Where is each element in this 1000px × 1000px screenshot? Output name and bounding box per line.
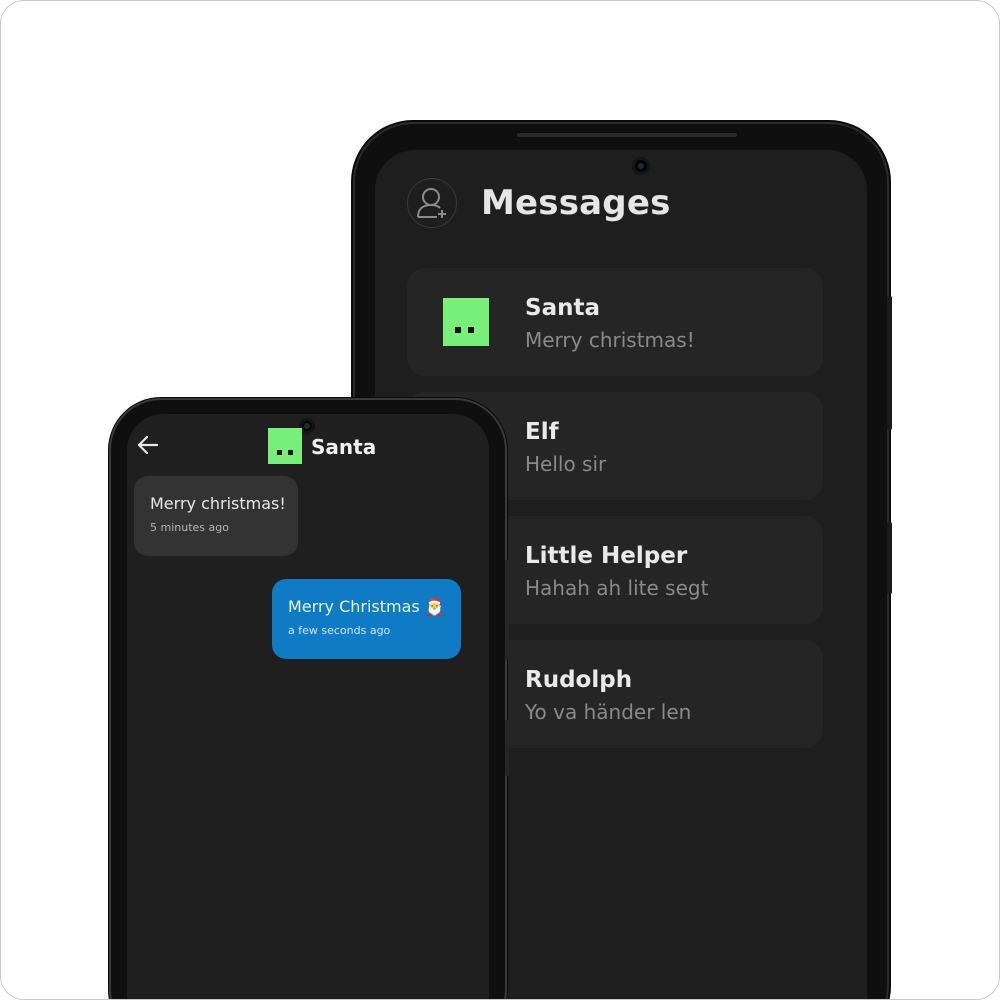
page-title: Messages — [481, 183, 671, 223]
avatar-eye — [277, 450, 282, 455]
add-user-icon — [417, 188, 446, 218]
avatar-eye — [455, 327, 461, 333]
avatar-eye — [468, 327, 474, 333]
conversation-preview: Hahah ah lite segt — [525, 576, 709, 600]
camera-icon — [632, 157, 650, 175]
message-timestamp: a few seconds ago — [288, 624, 391, 637]
conversation-preview: Merry christmas! — [525, 328, 695, 352]
phone-side-button — [887, 296, 892, 430]
conversation-name: Little Helper — [525, 543, 688, 569]
back-arrow-icon[interactable] — [137, 434, 159, 456]
conversation-item-santa[interactable]: Santa Merry christmas! — [407, 268, 823, 376]
phone-side-button — [505, 560, 509, 660]
phone-chat: Santa Merry christmas! 5 minutes ago Mer… — [111, 400, 509, 999]
message-text: Merry Christmas 🎅 — [288, 597, 445, 616]
phone-speaker — [517, 133, 737, 137]
messages-header: Messages — [407, 175, 671, 231]
conversation-preview: Hello sir — [525, 452, 607, 476]
conversation-name: Elf — [525, 419, 559, 445]
avatar-eye — [288, 450, 293, 455]
message-timestamp: 5 minutes ago — [150, 521, 229, 534]
avatar — [443, 298, 489, 346]
showcase-card: Messages Santa Merry christmas! Elf Hell… — [0, 0, 1000, 1000]
message-bubble-outgoing: Merry Christmas 🎅 a few seconds ago — [272, 579, 461, 659]
chat-title: Santa — [311, 435, 377, 459]
avatar — [268, 428, 302, 464]
chat-screen: Santa Merry christmas! 5 minutes ago Mer… — [127, 414, 489, 999]
message-bubble-incoming: Merry christmas! 5 minutes ago — [134, 476, 298, 556]
add-user-button[interactable] — [407, 178, 457, 228]
conversation-name: Rudolph — [525, 667, 633, 693]
phone-side-button — [505, 720, 509, 776]
phone-side-button — [887, 522, 892, 594]
conversation-name: Santa — [525, 295, 600, 321]
message-text: Merry christmas! — [150, 494, 286, 513]
conversation-preview: Yo va händer len — [525, 700, 692, 724]
